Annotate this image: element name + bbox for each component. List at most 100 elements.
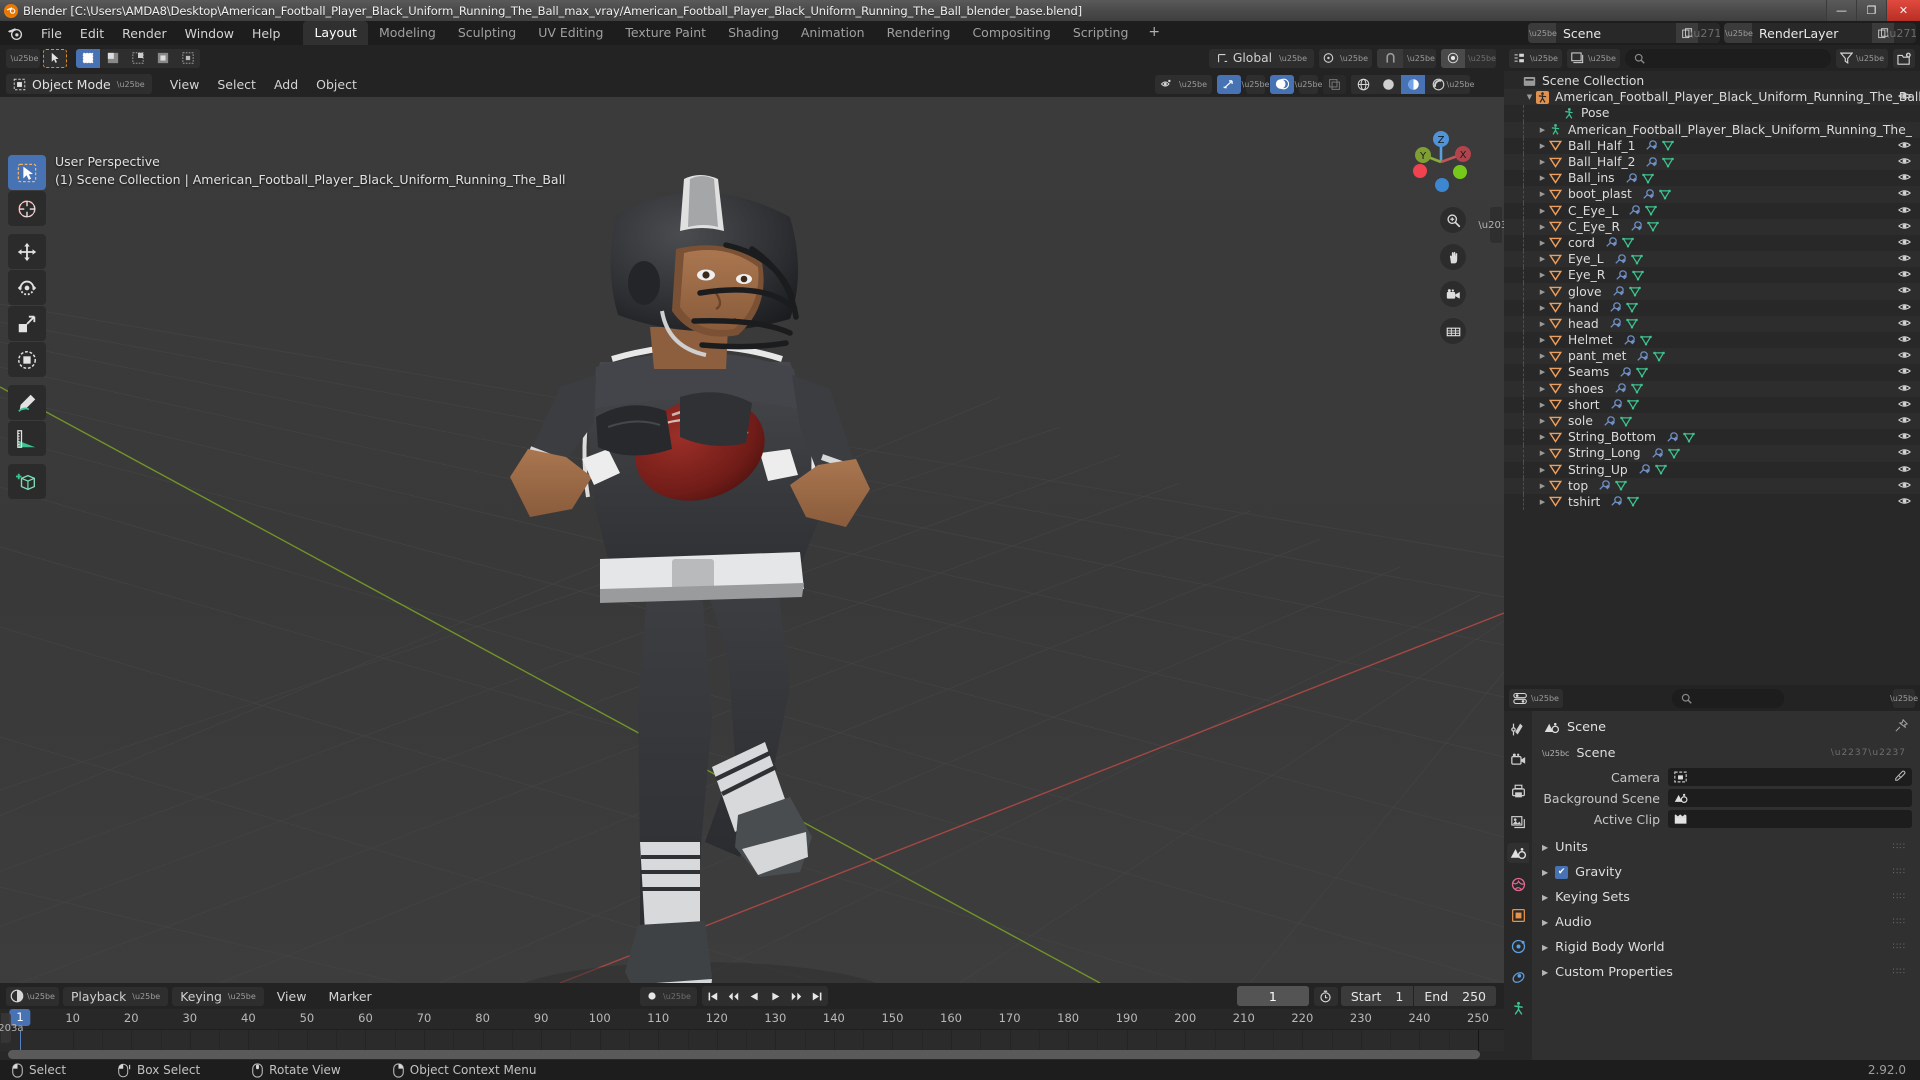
visibility-eye-icon[interactable] (1897, 140, 1912, 153)
editor-type-dropdown[interactable]: \u25be (6, 986, 59, 1006)
disclosure-triangle-icon[interactable]: ▶ (1536, 239, 1549, 247)
outliner-row[interactable]: ▶ sole (1504, 412, 1920, 430)
modifier-icon[interactable] (1605, 237, 1617, 248)
viewport-menu-add[interactable]: Add (265, 75, 307, 94)
modifier-icon[interactable] (1609, 318, 1621, 329)
mesh-data-icon[interactable] (1641, 173, 1654, 184)
mesh-data-icon[interactable] (1662, 157, 1675, 168)
visibility-eye-icon[interactable] (1897, 156, 1912, 169)
disclosure-triangle-icon[interactable]: ▶ (1536, 142, 1549, 150)
modifier-icon[interactable] (1603, 415, 1615, 427)
zoom-view-button[interactable] (1440, 207, 1466, 233)
modifier-icon[interactable] (1628, 205, 1641, 216)
frame-end-field[interactable]: End 250 (1414, 986, 1496, 1006)
disclosure-triangle-icon[interactable]: ▶ (1536, 352, 1549, 360)
properties-section-custom-properties[interactable]: ▶ Custom Properties ∷∷ (1540, 962, 1912, 982)
modifier-icon[interactable] (1610, 399, 1622, 410)
outliner-search-input[interactable] (1624, 48, 1832, 68)
menu-file[interactable]: File (32, 24, 71, 43)
current-frame-field[interactable]: 1 (1236, 986, 1309, 1006)
modifier-icon[interactable] (1598, 480, 1611, 491)
workspace-tab-scripting[interactable]: Scripting (1062, 21, 1140, 45)
workspace-tab-compositing[interactable]: Compositing (961, 21, 1061, 45)
tool-tab[interactable] (1507, 719, 1529, 739)
visibility-eye-icon[interactable] (1897, 383, 1912, 396)
mesh-data-icon[interactable] (1622, 237, 1634, 248)
disclosure-triangle-icon[interactable]: ▶ (1536, 320, 1549, 328)
view-layer-tab[interactable] (1507, 812, 1529, 832)
visibility-eye-icon[interactable] (1897, 237, 1912, 250)
move-tool[interactable] (8, 234, 46, 269)
disclosure-triangle-icon[interactable]: ▶ (1536, 466, 1549, 474)
render-tab[interactable] (1507, 750, 1529, 770)
outliner-row[interactable]: ▶ cord (1504, 234, 1920, 252)
visibility-eye-icon[interactable] (1897, 172, 1912, 185)
mesh-data-icon[interactable] (1626, 302, 1638, 313)
select-intersect-button[interactable] (176, 48, 200, 68)
maximize-button[interactable]: ❐ (1856, 0, 1886, 21)
solid-shading-button[interactable] (1376, 74, 1400, 94)
disclosure-triangle-icon[interactable]: ▶ (1536, 433, 1549, 441)
outliner-row[interactable]: ▶ tshirt (1504, 493, 1920, 511)
play-button[interactable] (765, 986, 786, 1006)
visibility-eye-icon[interactable] (1897, 447, 1912, 460)
mesh-data-icon[interactable] (1653, 351, 1666, 362)
timeline-track-area[interactable] (0, 1029, 1509, 1052)
physics-tab[interactable] (1507, 936, 1529, 956)
proportional-edit-toggle[interactable] (1441, 48, 1465, 68)
visibility-eye-icon[interactable] (1897, 285, 1912, 298)
visibility-eye-icon[interactable] (1897, 366, 1912, 379)
properties-section-keying-sets[interactable]: ▶ Keying Sets ∷∷ (1540, 887, 1912, 907)
workspace-tab-uv-editing[interactable]: UV Editing (527, 21, 614, 45)
outliner-row[interactable]: ▶ String_Bottom (1504, 429, 1920, 446)
mesh-data-icon[interactable] (1628, 286, 1641, 297)
cursor-tool[interactable] (8, 191, 46, 226)
mesh-data-icon[interactable] (1639, 335, 1652, 346)
disclosure-triangle-icon[interactable]: ▶ (1536, 190, 1549, 198)
close-button[interactable]: ✕ (1886, 0, 1920, 21)
outliner-row[interactable]: ▶ Ball_Half_2 (1504, 153, 1920, 171)
disclosure-triangle-icon[interactable]: ▶ (1536, 417, 1549, 425)
modifier-icon[interactable] (1645, 156, 1658, 168)
add-workspace-button[interactable]: + (1139, 21, 1169, 45)
modifier-icon[interactable] (1666, 431, 1678, 443)
properties-options-dropdown[interactable]: \u25be (1890, 688, 1918, 708)
viewlayer-datablock[interactable]: \u25be RenderLayer \u2715 (1724, 23, 1916, 43)
outliner-row[interactable]: ▶ C_Eye_L (1504, 202, 1920, 219)
mesh-data-icon[interactable] (1627, 496, 1640, 507)
disclosure-triangle-icon[interactable]: ▶ (1536, 158, 1549, 166)
mesh-data-icon[interactable] (1654, 464, 1667, 475)
visibility-eye-icon[interactable] (1897, 399, 1912, 412)
scene-tab[interactable] (1507, 843, 1529, 863)
sidebar-toggle-arrow[interactable]: \u2039 (1478, 207, 1504, 243)
workspace-tab-texture-paint[interactable]: Texture Paint (614, 21, 717, 45)
visibility-eye-icon[interactable] (1897, 221, 1912, 234)
menu-help[interactable]: Help (243, 24, 290, 43)
disclosure-triangle-icon[interactable]: ▶ (1536, 368, 1549, 376)
xray-toggle-button[interactable] (1323, 74, 1346, 94)
shading-options-dropdown[interactable]: \u25be (1447, 74, 1474, 94)
outliner-row[interactable]: ▶ Helmet (1504, 332, 1920, 349)
modifier-icon[interactable] (1636, 350, 1649, 362)
outliner-display-mode-dropdown[interactable]: \u25be (1566, 48, 1620, 68)
mesh-data-icon[interactable] (1645, 205, 1658, 216)
workspace-tab-animation[interactable]: Animation (790, 21, 876, 45)
pan-view-button[interactable] (1440, 244, 1466, 270)
outliner-row[interactable]: ▶ top (1504, 477, 1920, 494)
disclosure-triangle-icon[interactable]: ▶ (1536, 288, 1549, 296)
outliner-row[interactable]: ▶ Ball_ins (1504, 170, 1920, 187)
material-preview-shading-button[interactable] (1401, 74, 1425, 94)
modifier-icon[interactable] (1625, 172, 1637, 184)
object-mode-dropdown[interactable]: Object Mode \u25be (6, 74, 152, 94)
timeline-horizontal-scrollbar[interactable] (8, 1050, 1480, 1059)
transform-orientation-dropdown[interactable]: Global \u25be (1208, 48, 1315, 68)
modifier-icon[interactable] (1642, 189, 1654, 200)
mesh-data-icon[interactable] (1630, 383, 1643, 394)
jump-to-end-button[interactable] (807, 986, 828, 1006)
outliner-row[interactable]: ▶ American_Football_Player_Black_Uniform_… (1504, 121, 1920, 138)
viewport-menu-select[interactable]: Select (208, 75, 265, 94)
disclosure-triangle-icon[interactable]: ▶ (1536, 126, 1549, 134)
overlays-toggle-button[interactable] (1270, 74, 1294, 94)
modifier-icon[interactable] (1645, 140, 1658, 151)
workspace-tab-sculpting[interactable]: Sculpting (447, 21, 527, 45)
